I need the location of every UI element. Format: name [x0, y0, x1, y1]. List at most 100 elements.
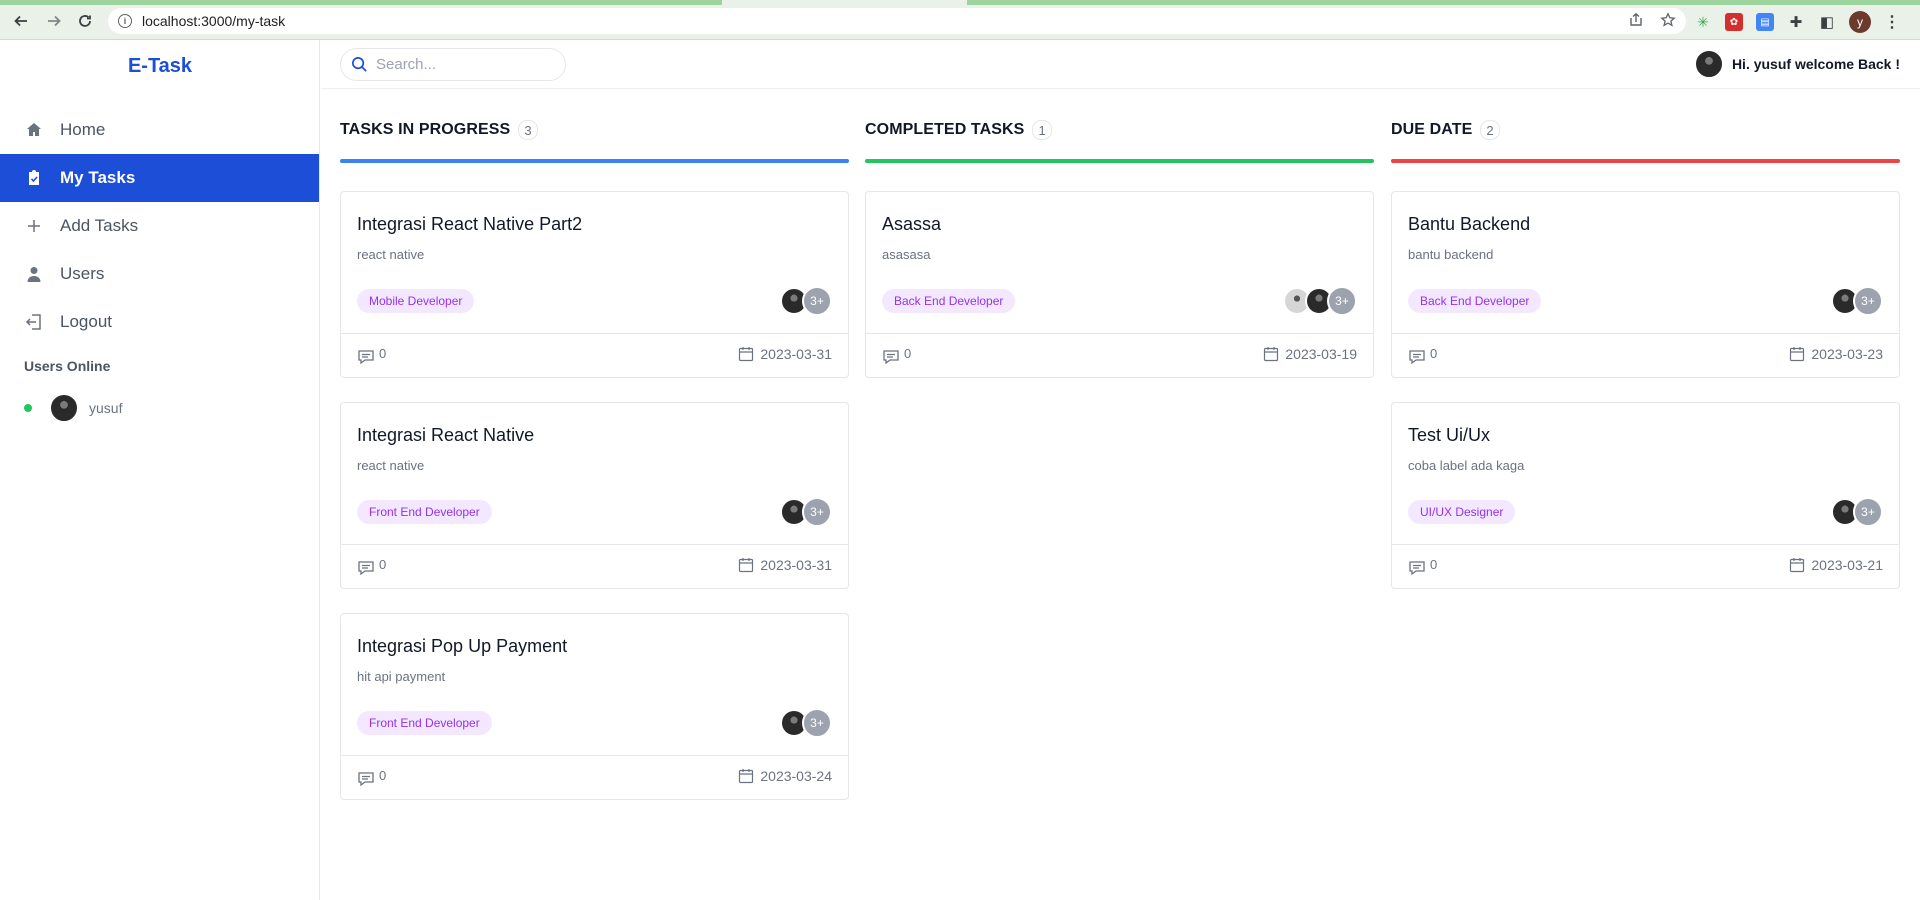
column-header: DUE DATE 2	[1391, 89, 1900, 159]
bookmark-star-icon[interactable]	[1660, 12, 1676, 28]
due-date: 2023-03-19	[1263, 346, 1357, 362]
comment-icon	[358, 350, 374, 365]
online-status-dot	[24, 404, 32, 412]
due-date-value: 2023-03-24	[760, 768, 832, 784]
sidebar-item-add-tasks[interactable]: Add Tasks	[0, 202, 319, 250]
comment-count[interactable]: 0	[1408, 346, 1437, 366]
comment-count-value: 0	[379, 557, 387, 572]
users-online-heading: Users Online	[24, 358, 111, 374]
column-header: COMPLETED TASKS 1	[865, 89, 1374, 159]
forward-button[interactable]	[43, 10, 65, 32]
column-count-badge: 3	[518, 120, 538, 140]
comment-count-value: 0	[379, 346, 387, 361]
task-card[interactable]: Integrasi Pop Up Payment hit api payment…	[340, 613, 849, 800]
column-title: TASKS IN PROGRESS	[340, 121, 511, 138]
online-user-item[interactable]: yusuf	[24, 393, 122, 423]
comment-icon	[358, 561, 374, 576]
column-in-progress: TASKS IN PROGRESS 3 Integrasi React Nati…	[340, 89, 849, 824]
sidebar-nav: Home My Tasks Add Tasks Users Logout	[0, 106, 319, 346]
task-footer: 0 2023-03-19	[866, 333, 1373, 377]
due-date-value: 2023-03-21	[1811, 557, 1883, 573]
column-title: DUE DATE	[1391, 121, 1473, 138]
comment-icon	[883, 350, 899, 365]
task-description: react native	[357, 458, 425, 473]
task-card[interactable]: Integrasi React Native react native Fron…	[340, 402, 849, 589]
arrow-left-icon	[14, 15, 27, 27]
more-assignees-badge: 3+	[1853, 286, 1883, 316]
more-assignees-badge: 3+	[802, 708, 832, 738]
column-due-date: DUE DATE 2 Bantu Backend bantu backend B…	[1391, 89, 1900, 613]
sidebar-item-my-tasks[interactable]: My Tasks	[0, 154, 319, 202]
comment-icon	[1409, 561, 1425, 576]
extension-red-icon[interactable]: ✿	[1725, 13, 1743, 31]
due-date: 2023-03-31	[738, 557, 832, 573]
user-welcome[interactable]: Hi. yusuf welcome Back !	[1693, 49, 1900, 79]
comment-count[interactable]: 0	[1408, 557, 1437, 577]
sidebar-item-label: Logout	[60, 312, 112, 331]
task-card[interactable]: Integrasi React Native Part2 react nativ…	[340, 191, 849, 378]
assignees: 3+	[1831, 497, 1883, 527]
page-load-indicator	[0, 0, 1920, 5]
due-date: 2023-03-31	[738, 346, 832, 362]
sidebar-item-home[interactable]: Home	[0, 106, 319, 154]
task-title: Integrasi Pop Up Payment	[357, 636, 568, 656]
address-bar[interactable]: i localhost:3000/my-task	[108, 8, 1686, 34]
task-footer: 0 2023-03-24	[341, 755, 848, 799]
task-card[interactable]: Test Ui/Ux coba label ada kaga UI/UX Des…	[1391, 402, 1900, 589]
task-tag: UI/UX Designer	[1408, 500, 1516, 524]
logout-icon	[24, 312, 44, 332]
extension-blue-icon[interactable]: ▤	[1756, 13, 1774, 31]
more-assignees-badge: 3+	[802, 286, 832, 316]
extension-sparkle-icon[interactable]: ✳	[1694, 13, 1712, 31]
column-header: TASKS IN PROGRESS 3	[340, 89, 849, 159]
sidebar-item-label: Home	[60, 120, 106, 139]
comment-count-value: 0	[1430, 346, 1438, 361]
info-icon[interactable]: i	[118, 14, 132, 28]
online-user-name: yusuf	[89, 400, 123, 416]
due-date-value: 2023-03-31	[760, 557, 832, 573]
due-date-value: 2023-03-19	[1285, 346, 1357, 362]
search-box[interactable]	[340, 48, 566, 81]
comment-count[interactable]: 0	[882, 346, 911, 366]
user-icon	[24, 264, 44, 284]
task-card[interactable]: Asassa asasasa Back End Developer 3+ 0 2…	[865, 191, 1374, 378]
more-assignees-badge: 3+	[802, 497, 832, 527]
sidebar-item-label: My Tasks	[60, 168, 136, 187]
task-footer: 0 2023-03-21	[1392, 544, 1899, 588]
task-tag: Back End Developer	[882, 289, 1016, 313]
more-assignees-badge: 3+	[1853, 497, 1883, 527]
clipboard-icon	[24, 168, 44, 188]
task-card[interactable]: Bantu Backend bantu backend Back End Dev…	[1391, 191, 1900, 378]
due-date: 2023-03-21	[1789, 557, 1883, 573]
task-tag: Front End Developer	[357, 500, 492, 524]
search-input[interactable]	[376, 56, 556, 73]
sidebar: E-Task Home My Tasks Add Tasks Users Log…	[0, 40, 320, 900]
sidebar-item-users[interactable]: Users	[0, 250, 319, 298]
sidebar-item-logout[interactable]: Logout	[0, 298, 319, 346]
assignees: 3+	[780, 497, 832, 527]
reload-button[interactable]	[74, 10, 96, 32]
comment-count[interactable]: 0	[357, 768, 386, 788]
task-footer: 0 2023-03-31	[341, 544, 848, 588]
extensions-puzzle-icon[interactable]: ✚	[1787, 13, 1805, 31]
task-footer: 0 2023-03-23	[1392, 333, 1899, 377]
column-title: COMPLETED TASKS	[865, 121, 1025, 138]
calendar-icon	[739, 558, 754, 573]
assignees: 3+	[1831, 286, 1883, 316]
brand-logo[interactable]: E-Task	[0, 55, 320, 78]
topbar: Hi. yusuf welcome Back !	[321, 40, 1920, 89]
back-button[interactable]	[10, 10, 32, 32]
comment-count[interactable]: 0	[357, 557, 386, 577]
task-description: coba label ada kaga	[1408, 458, 1525, 473]
assignees: 3+	[1283, 286, 1357, 316]
due-date-value: 2023-03-31	[760, 346, 832, 362]
welcome-text: Hi. yusuf welcome Back !	[1731, 56, 1900, 72]
comment-count[interactable]: 0	[357, 346, 386, 366]
browser-toolbar: i localhost:3000/my-task ✳ ✿ ▤ ✚ ◧ y ⋮	[0, 0, 1920, 40]
profile-avatar[interactable]: y	[1849, 11, 1871, 33]
browser-menu-icon[interactable]: ⋮	[1884, 12, 1900, 32]
share-icon[interactable]	[1628, 12, 1644, 28]
comment-icon	[358, 772, 374, 787]
side-panel-icon[interactable]: ◧	[1818, 13, 1836, 31]
column-completed: COMPLETED TASKS 1 Asassa asasasa Back En…	[865, 89, 1374, 402]
